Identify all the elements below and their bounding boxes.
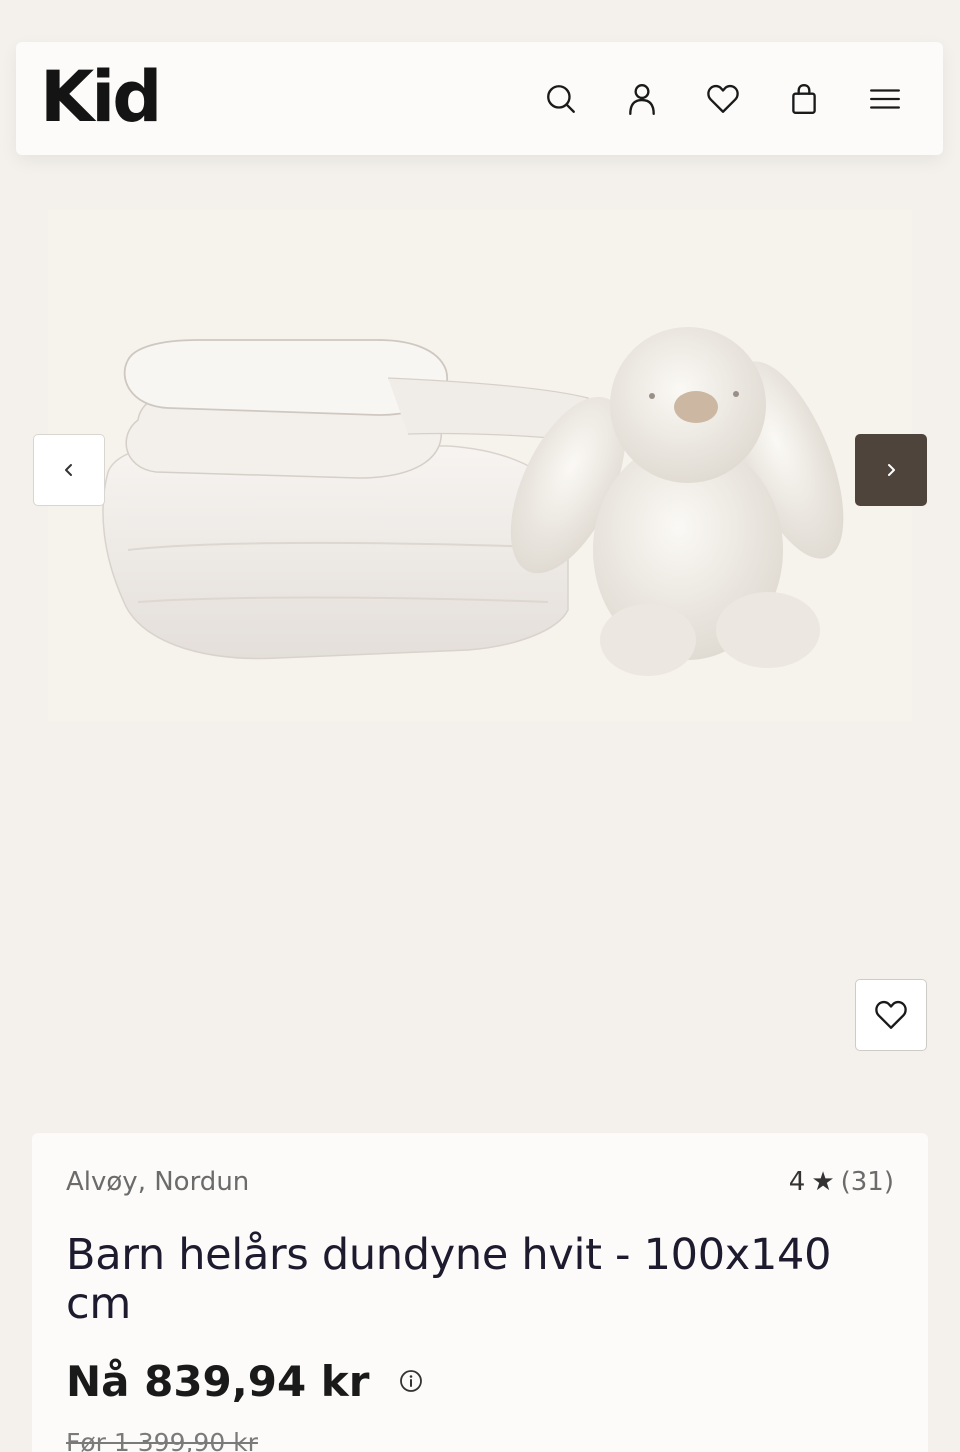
info-icon[interactable]: [399, 1369, 423, 1393]
star-icon: ★: [811, 1167, 835, 1197]
current-price: Nå 839,94 kr: [66, 1356, 370, 1406]
add-to-favorites-button[interactable]: [855, 979, 927, 1051]
chevron-right-icon: [888, 464, 895, 476]
heart-icon: [875, 1000, 907, 1029]
price-row: Nå 839,94 kr: [66, 1357, 894, 1406]
shopping-bag-icon[interactable]: [786, 81, 822, 117]
wishlist-heart-icon[interactable]: [705, 81, 741, 117]
product-meta-row: Alvøy, Nordun 4 ★ (31): [66, 1166, 894, 1198]
search-icon[interactable]: [543, 81, 579, 117]
duvet-and-bunny-illustration: [102, 327, 844, 676]
gallery-prev-button[interactable]: [33, 434, 105, 506]
chevron-left-icon: [65, 464, 72, 476]
rating-value: 4: [788, 1167, 806, 1197]
product-image[interactable]: [48, 210, 912, 722]
product-info-card: Alvøy, Nordun 4 ★ (31) Barn helårs dundy…: [32, 1133, 928, 1452]
product-page: Kid Alvøy, Nordun 4 ★ (31) Barn helårs d…: [0, 0, 960, 1452]
menu-icon[interactable]: [867, 81, 903, 117]
rating-count: (31): [840, 1167, 894, 1197]
product-title: Barn helårs dundyne hvit - 100x140 cm: [66, 1230, 832, 1330]
site-logo[interactable]: Kid: [40, 62, 162, 132]
gallery-next-button[interactable]: [855, 434, 927, 506]
header-actions: [543, 81, 903, 117]
product-brand[interactable]: Alvøy, Nordun: [66, 1167, 249, 1197]
product-rating[interactable]: 4 ★ (31): [789, 1167, 894, 1197]
product-gallery: [0, 210, 960, 730]
previous-price: Før 1 399,90 kr: [66, 1427, 258, 1452]
account-icon[interactable]: [624, 81, 660, 117]
site-header: Kid: [16, 42, 943, 155]
